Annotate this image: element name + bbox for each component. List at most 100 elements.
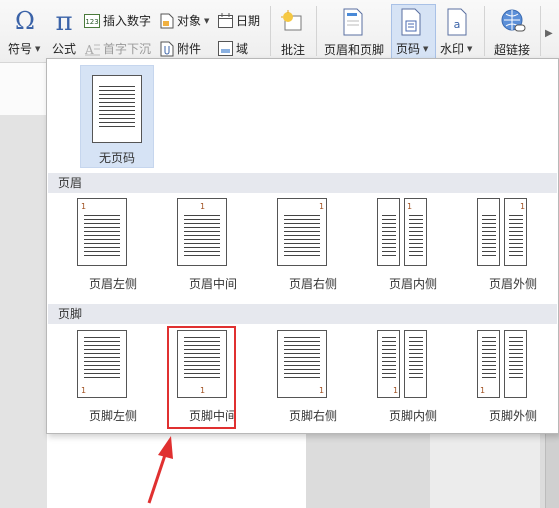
document-page <box>430 430 540 508</box>
page-thumbnail <box>504 330 527 398</box>
page-thumbnail <box>477 198 500 266</box>
page-number-marker: 1 <box>200 202 206 211</box>
chevron-down-icon: ▼ <box>204 16 210 25</box>
footer-right-label: 页脚右侧 <box>288 409 337 423</box>
watermark-label: 水印 <box>440 42 465 56</box>
page-thumbnail: 1 <box>377 330 400 398</box>
header-right-label: 页眉右侧 <box>288 277 337 291</box>
no-page-number-label: 无页码 <box>98 151 135 165</box>
header-center-option[interactable]: 1 页眉中间 <box>177 198 249 308</box>
no-page-number-option[interactable]: 无页码 <box>80 65 154 168</box>
footer-outside-label: 页脚外侧 <box>488 409 537 423</box>
header-inside-option[interactable]: 1 页眉内侧 <box>377 198 449 308</box>
omega-icon[interactable]: Ω <box>10 6 40 35</box>
formula-label: 公式 <box>52 42 77 56</box>
page-number-marker: 1 <box>520 202 526 211</box>
chevron-down-icon: ▼ <box>467 44 473 53</box>
field-button[interactable]: 域 <box>218 40 248 57</box>
page-number-marker: 1 <box>480 386 486 395</box>
footer-section-title: 页脚 <box>48 304 557 324</box>
page-thumbnail: 1 <box>477 330 500 398</box>
ribbon-divider <box>540 6 541 56</box>
footer-left-option[interactable]: 1 页脚左侧 <box>77 330 149 440</box>
header-inside-label: 页眉内侧 <box>388 277 437 291</box>
drop-cap-icon: A <box>84 43 100 56</box>
page-thumbnail <box>92 75 142 143</box>
date-button[interactable]: 日期 <box>218 12 260 29</box>
comment-icon[interactable] <box>280 10 306 34</box>
ribbon-scroll-right-icon[interactable]: ▶ <box>545 28 553 39</box>
header-outside-label: 页眉外侧 <box>488 277 537 291</box>
header-center-label: 页眉中间 <box>188 277 237 291</box>
field-label: 域 <box>236 42 249 56</box>
svg-text:Ω: Ω <box>15 7 35 34</box>
page-number-marker: 1 <box>393 386 399 395</box>
page-thumbnail <box>404 330 427 398</box>
symbol-button[interactable]: 符号 ▼ <box>8 40 40 57</box>
document-page-edge <box>0 63 47 115</box>
header-footer-icon[interactable] <box>342 8 364 36</box>
page-number-icon[interactable] <box>400 8 424 36</box>
insert-number-button[interactable]: 123 插入数字 <box>84 12 151 29</box>
watermark-icon-text: a <box>454 18 461 31</box>
page-number-marker: 1 <box>319 386 325 395</box>
page-thumbnail <box>377 198 400 266</box>
field-icon <box>218 41 233 56</box>
footer-right-option[interactable]: 1 页脚右侧 <box>277 330 349 440</box>
header-left-label: 页眉左侧 <box>88 277 137 291</box>
header-footer-button[interactable]: 页眉和页脚 <box>324 41 384 58</box>
drop-cap-button[interactable]: A 首字下沉 <box>84 40 151 57</box>
drop-cap-label: 首字下沉 <box>103 42 152 56</box>
page-number-marker: 1 <box>81 202 87 211</box>
hyperlink-icon[interactable] <box>500 8 528 36</box>
calendar-icon <box>218 13 233 28</box>
object-icon <box>160 13 174 28</box>
pi-icon[interactable]: π <box>50 6 78 37</box>
footer-outside-option[interactable]: 1 页脚外侧 <box>477 330 549 440</box>
insert-number-icon: 123 <box>84 13 100 28</box>
header-left-option[interactable]: 1 页眉左侧 <box>77 198 149 308</box>
chevron-down-icon: ▼ <box>35 44 41 53</box>
page-thumbnail: 1 <box>77 330 127 398</box>
page-thumbnail: 1 <box>277 330 327 398</box>
footer-inside-option[interactable]: 1 页脚内侧 <box>377 330 449 440</box>
hyperlink-button[interactable]: 超链接 <box>494 41 530 58</box>
ribbon-divider <box>316 6 317 56</box>
insert-number-icon-text: 123 <box>85 18 98 26</box>
svg-text:π: π <box>55 7 72 34</box>
header-right-option[interactable]: 1 页眉右侧 <box>277 198 349 308</box>
header-section-title: 页眉 <box>48 173 557 193</box>
attachment-button[interactable]: 附件 <box>160 40 201 57</box>
page-thumbnail: 1 <box>77 198 127 266</box>
page-number-button[interactable]: 页码 ▼ <box>396 40 428 57</box>
header-outside-option[interactable]: 1 页眉外侧 <box>477 198 549 308</box>
page-number-dropdown: 无页码 页眉 1 页眉左侧 1 页眉中间 1 页眉右侧 1 页眉内侧 1 页眉外… <box>46 58 559 434</box>
ribbon-toolbar: Ω 符号 ▼ π 公式 123 插入数字 A 首字下沉 对象 ▼ 附件 日期 域… <box>0 0 559 63</box>
watermark-icon[interactable]: a <box>446 8 468 36</box>
svg-text:A: A <box>84 43 94 56</box>
page-number-marker: 1 <box>407 202 413 211</box>
ribbon-divider <box>270 6 271 56</box>
page-number-marker: 1 <box>319 202 325 211</box>
page-number-label: 页码 <box>396 42 421 56</box>
object-button[interactable]: 对象 ▼ <box>160 12 209 29</box>
ribbon-divider <box>484 6 485 56</box>
formula-button[interactable]: 公式 <box>52 40 76 57</box>
vertical-scrollbar[interactable] <box>545 430 559 508</box>
date-label: 日期 <box>236 14 261 28</box>
document-margin <box>0 63 47 508</box>
selection-highlight-box <box>167 326 236 429</box>
symbol-label: 符号 <box>8 42 33 56</box>
page-thumbnail: 1 <box>277 198 327 266</box>
attachment-icon <box>160 41 174 56</box>
page-thumbnail: 1 <box>504 198 527 266</box>
chevron-down-icon: ▼ <box>423 44 429 53</box>
attachment-label: 附件 <box>177 42 202 56</box>
object-label: 对象 <box>177 14 202 28</box>
comment-button[interactable]: 批注 <box>281 41 305 58</box>
footer-left-label: 页脚左侧 <box>88 409 137 423</box>
watermark-button[interactable]: 水印 ▼ <box>440 40 472 57</box>
insert-number-label: 插入数字 <box>103 14 152 28</box>
page-thumbnail: 1 <box>404 198 427 266</box>
page-thumbnail: 1 <box>177 198 227 266</box>
